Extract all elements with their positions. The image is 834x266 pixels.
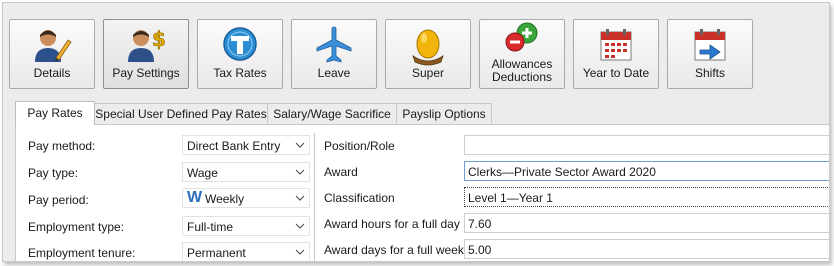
award-days-value: 5.00 xyxy=(468,243,492,257)
employment-tenure-select[interactable]: Permanent xyxy=(182,242,310,261)
weekly-badge-icon: W xyxy=(187,189,203,206)
tab-pay-rates[interactable]: Pay Rates xyxy=(15,101,95,125)
pay-type-select[interactable]: Wage xyxy=(182,162,310,182)
employee-pay-window: Details $ Pay Settings Tax Rates Leave S… xyxy=(2,2,830,262)
award-value: Clerks—Private Sector Award 2020 xyxy=(468,165,656,179)
tab-salary-wage-sacrifice[interactable]: Salary/Wage Sacrifice xyxy=(267,103,397,124)
pay-settings-button[interactable]: $ Pay Settings xyxy=(103,19,189,89)
chevron-down-icon xyxy=(295,142,305,148)
details-button[interactable]: Details xyxy=(9,19,95,89)
award-hours-label: Award hours for a full day xyxy=(324,217,460,231)
award-days-label: Award days for a full week xyxy=(324,243,464,257)
award-hours-value: 7.60 xyxy=(468,217,492,231)
allowances-deductions-button[interactable]: Allowances Deductions xyxy=(479,19,565,89)
svg-text:$: $ xyxy=(152,27,166,51)
super-button[interactable]: Super xyxy=(385,19,471,89)
column-divider xyxy=(314,133,315,261)
deductions-label-line2: Deductions xyxy=(491,70,553,84)
tax-rates-label: Tax Rates xyxy=(213,66,267,80)
airplane-icon xyxy=(316,26,352,63)
pay-type-label: Pay type: xyxy=(28,166,79,180)
pay-period-select[interactable]: W Weekly xyxy=(182,188,310,208)
employment-type-label: Employment type: xyxy=(28,220,125,234)
award-label: Award xyxy=(324,165,358,179)
position-role-input[interactable] xyxy=(464,135,829,155)
shifts-label: Shifts xyxy=(694,66,725,80)
chevron-down-icon xyxy=(295,249,305,255)
award-days-input[interactable]: 5.00 xyxy=(464,239,829,259)
super-label: Super xyxy=(411,66,445,80)
chevron-down-icon xyxy=(295,195,305,201)
tax-t-icon xyxy=(223,27,257,61)
classification-input[interactable]: Level 1—Year 1 xyxy=(464,187,829,207)
employment-type-value: Full-time xyxy=(187,220,234,234)
nest-egg-icon xyxy=(412,29,444,66)
position-role-label: Position/Role xyxy=(324,139,395,153)
calendar-icon xyxy=(600,29,632,61)
pay-method-label: Pay method: xyxy=(28,139,96,153)
shift-calendar-icon xyxy=(694,29,726,61)
pay-rates-panel: Pay method: Direct Bank Entry Pay type: … xyxy=(15,124,829,261)
chevron-down-icon xyxy=(295,169,305,175)
leave-button[interactable]: Leave xyxy=(291,19,377,89)
employment-tenure-label: Employment tenure: xyxy=(28,246,136,260)
shifts-button[interactable]: Shifts xyxy=(667,19,753,89)
leave-label: Leave xyxy=(317,66,351,80)
pay-type-value: Wage xyxy=(187,166,218,180)
award-input[interactable]: Clerks—Private Sector Award 2020 xyxy=(464,161,829,181)
employment-tenure-value: Permanent xyxy=(187,246,246,260)
chevron-down-icon xyxy=(295,223,305,229)
person-pencil-icon xyxy=(35,30,72,62)
employment-type-select[interactable]: Full-time xyxy=(182,216,310,236)
classification-value: Level 1—Year 1 xyxy=(468,191,553,205)
pay-settings-label: Pay Settings xyxy=(112,66,180,80)
pay-period-label: Pay period: xyxy=(28,193,89,207)
allowances-deductions-label: Allowances Deductions xyxy=(480,58,564,84)
classification-label: Classification xyxy=(324,191,395,205)
person-dollar-icon: $ xyxy=(128,27,166,62)
pay-period-value: Weekly xyxy=(205,192,245,206)
tax-rates-button[interactable]: Tax Rates xyxy=(197,19,283,89)
award-hours-input[interactable]: 7.60 xyxy=(464,213,829,233)
pay-method-select[interactable]: Direct Bank Entry xyxy=(182,135,310,155)
year-to-date-label: Year to Date xyxy=(582,66,650,80)
tab-special-user-defined-pay-rates[interactable]: Special User Defined Pay Rates xyxy=(94,103,268,124)
pay-method-value: Direct Bank Entry xyxy=(187,139,281,153)
year-to-date-button[interactable]: Year to Date xyxy=(573,19,659,89)
details-label: Details xyxy=(33,66,71,80)
plus-minus-icon xyxy=(505,22,538,52)
tab-payslip-options[interactable]: Payslip Options xyxy=(396,103,492,124)
